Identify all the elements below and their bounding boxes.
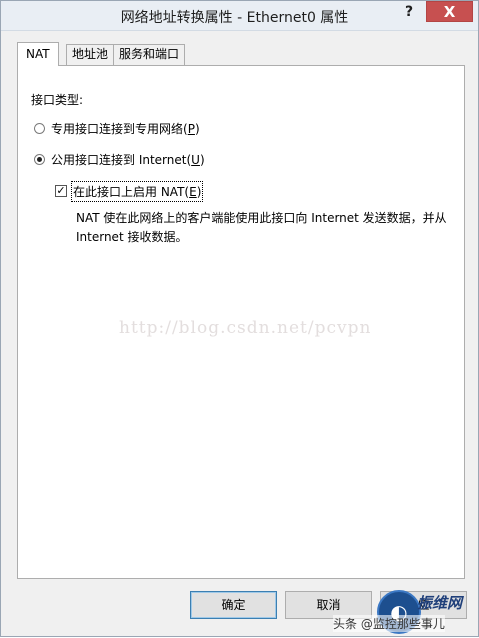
private-interface-radio[interactable] bbox=[34, 123, 45, 134]
tab-address-pool[interactable]: 地址池 bbox=[66, 44, 115, 65]
enable-nat-label: 在此接口上启用 NAT(E) bbox=[70, 181, 204, 202]
public-interface-radio[interactable] bbox=[34, 154, 45, 165]
close-button[interactable]: X bbox=[426, 1, 473, 22]
interface-type-label: 接口类型: bbox=[31, 93, 84, 107]
tab-nat[interactable]: NAT bbox=[17, 42, 59, 66]
source-credit: 头条 @监控那些事儿 bbox=[333, 615, 445, 632]
properties-dialog: 网络地址转换属性 - Ethernet0 属性 ? X NAT 地址池 服务和端… bbox=[0, 0, 479, 637]
title-bar: 网络地址转换属性 - Ethernet0 属性 ? X bbox=[1, 1, 478, 31]
public-interface-label: 公用接口连接到 Internet(U) bbox=[51, 153, 205, 167]
tab-services-and-ports[interactable]: 服务和端口 bbox=[113, 44, 186, 65]
ok-button[interactable]: 确定 bbox=[190, 591, 277, 619]
window-title: 网络地址转换属性 - Ethernet0 属性 bbox=[120, 10, 349, 26]
nat-description-line1: NAT 使在此网络上的客户端能使用此接口向 Internet 发送数据，并从 bbox=[76, 211, 447, 225]
enable-nat-checkbox[interactable]: ✓ bbox=[55, 185, 67, 197]
blog-watermark: http://blog.csdn.net/pcvpn bbox=[119, 318, 372, 338]
private-interface-label: 专用接口连接到专用网络(P) bbox=[51, 122, 200, 136]
brand-name: 振维网 bbox=[417, 594, 463, 612]
help-button[interactable]: ? bbox=[396, 1, 422, 23]
nat-description-line2: Internet 接收数据。 bbox=[76, 230, 188, 244]
